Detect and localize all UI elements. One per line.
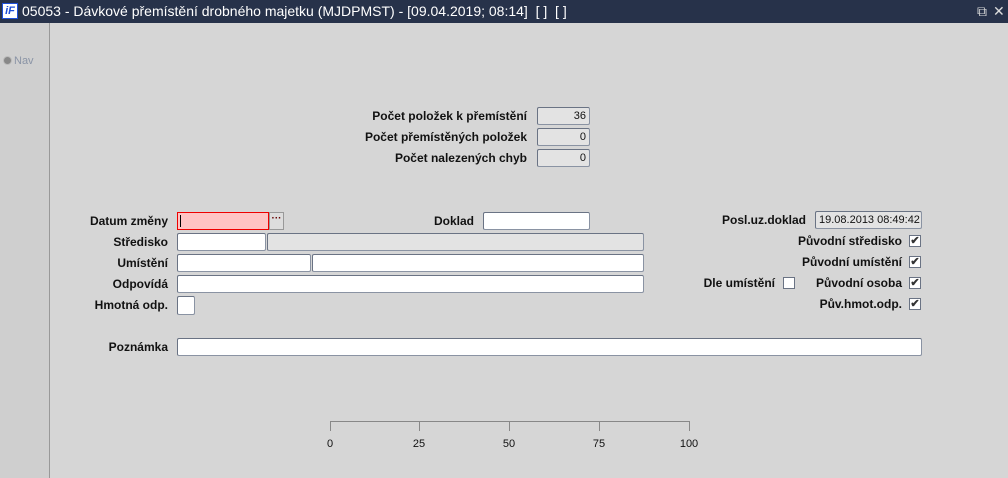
stredisko-input[interactable]	[177, 233, 266, 251]
puvodni-stredisko-label: Původní středisko	[797, 234, 902, 248]
posl-uz-doklad-field: 19.08.2013 08:49:42	[815, 211, 922, 229]
count-label: Počet nalezených chyb	[394, 151, 527, 165]
datum-zmeny-label: Datum změny	[89, 214, 168, 228]
doklad-label: Doklad	[433, 214, 474, 228]
count-label: Počet přemístěných položek	[364, 130, 527, 144]
datum-zmeny-input[interactable]	[177, 212, 269, 230]
count-label: Počet položek k přemístění	[372, 109, 527, 123]
stredisko-name	[267, 233, 644, 251]
progress-tick-label: 75	[592, 438, 606, 450]
close-icon[interactable]: ✕	[993, 0, 1005, 23]
odpovida-label: Odpovídá	[112, 277, 168, 291]
stredisko-label: Středisko	[113, 235, 168, 249]
umisteni-input[interactable]	[177, 254, 311, 272]
puv-hmot-odp-checkbox[interactable]: ✔	[909, 298, 921, 310]
progress-tick-label: 100	[679, 438, 699, 450]
progress-tick-label: 50	[502, 438, 516, 450]
nav-label: Nav	[14, 55, 34, 67]
puv-hmot-odp-label: Pův.hmot.odp.	[819, 297, 902, 311]
puvodni-osoba-label: Původní osoba	[815, 276, 902, 290]
umisteni-label: Umístění	[117, 256, 168, 270]
progress-scale	[330, 421, 690, 422]
restore-icon[interactable]: ⧉	[977, 0, 987, 23]
progress-tick	[599, 421, 600, 431]
odpovida-input[interactable]	[177, 275, 644, 293]
progress-tick	[689, 421, 690, 431]
dle-umisteni-label: Dle umístění	[703, 276, 775, 290]
radio-icon	[3, 56, 12, 65]
count-moved: 0	[537, 128, 590, 146]
puvodni-stredisko-checkbox[interactable]: ✔	[909, 235, 921, 247]
progress-tick-label: 0	[326, 438, 334, 450]
progress-tick	[509, 421, 510, 431]
hmotna-odp-label: Hmotná odp.	[94, 298, 168, 312]
doklad-input[interactable]	[483, 212, 590, 230]
poznamka-input[interactable]	[177, 338, 922, 356]
title-bar: iF 05053 - Dávkové přemístění drobného m…	[0, 0, 1008, 23]
poznamka-label: Poznámka	[108, 340, 168, 354]
nav-button[interactable]: Nav	[3, 55, 34, 67]
posl-uz-doklad-label: Posl.uz.doklad	[721, 213, 806, 227]
progress-tick	[330, 421, 331, 431]
progress-tick-label: 25	[412, 438, 426, 450]
progress-tick	[419, 421, 420, 431]
puvodni-osoba-checkbox[interactable]: ✔	[909, 277, 921, 289]
window-title: 05053 - Dávkové přemístění drobného maje…	[22, 3, 567, 19]
umisteni-name[interactable]	[312, 254, 644, 272]
app-logo: iF	[2, 3, 18, 19]
date-picker-button[interactable]: ···	[269, 212, 284, 230]
count-to-move: 36	[537, 107, 590, 125]
sidebar: Nav	[0, 23, 50, 478]
hmotna-odp-input[interactable]	[177, 296, 195, 315]
puvodni-umisteni-checkbox[interactable]: ✔	[909, 256, 921, 268]
count-errors: 0	[537, 149, 590, 167]
puvodni-umisteni-label: Původní umístění	[801, 255, 902, 269]
